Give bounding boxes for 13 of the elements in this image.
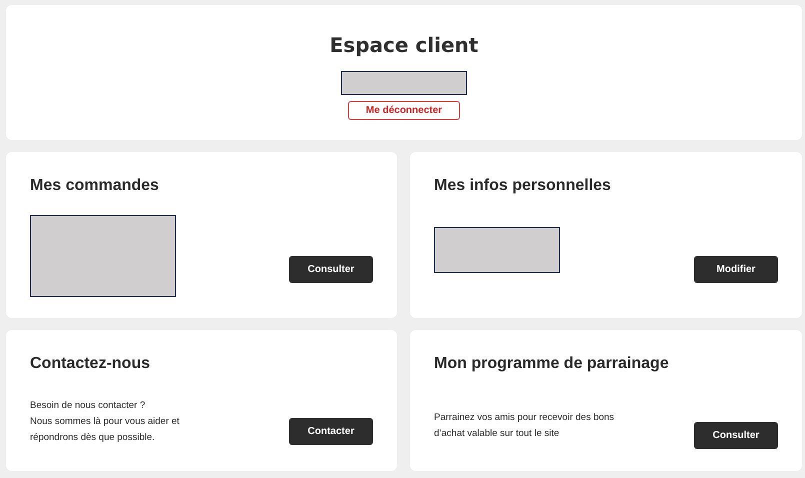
action-button[interactable]: Consulter bbox=[694, 422, 778, 449]
card-title: Mes infos personnelles bbox=[434, 176, 612, 196]
card-title: Contactez-nous bbox=[30, 354, 151, 374]
card-title: Mon programme de parrainage bbox=[434, 354, 670, 374]
action-button[interactable]: Consulter bbox=[289, 256, 373, 283]
action-button[interactable]: Modifier bbox=[694, 256, 778, 283]
action-button[interactable]: Contacter bbox=[289, 418, 373, 445]
card-text: Nous sommes là pour vous aider et répondrons dès que possible. bbox=[30, 415, 180, 445]
card-title: Mes commandes bbox=[30, 176, 160, 196]
card-text: Parrainez vos amis pour recevoir des bons d’achat valable sur tout le site bbox=[434, 411, 616, 441]
logout-button[interactable]: Me déconnecter bbox=[348, 101, 460, 120]
card-text: Besoin de nous contacter ? bbox=[30, 399, 146, 413]
page-title: Espace client bbox=[330, 33, 478, 57]
